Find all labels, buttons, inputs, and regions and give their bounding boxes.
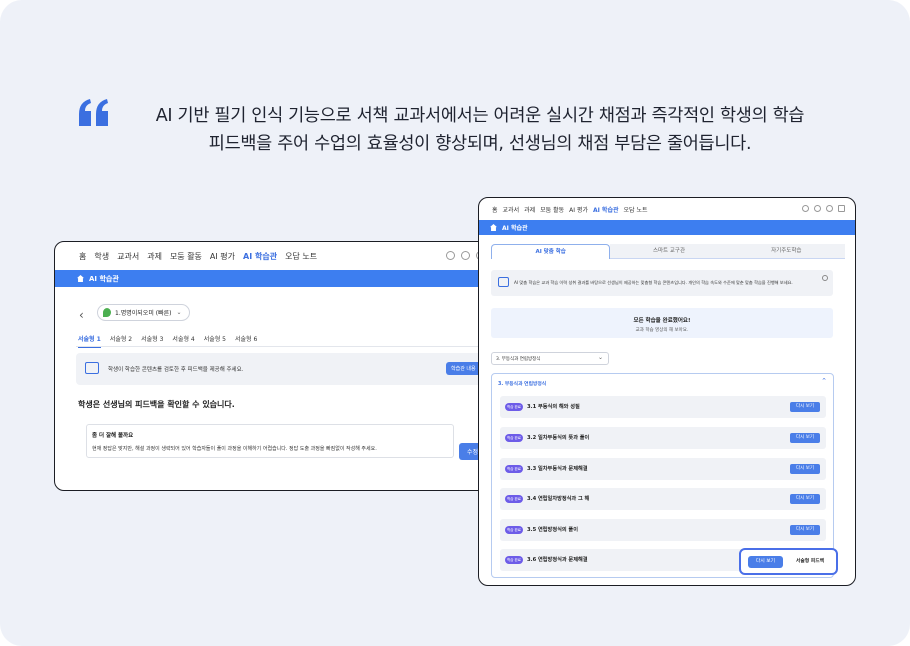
nav-assignment[interactable]: 과제 [524, 205, 535, 214]
lesson-label: 3.5 연립방정식의 풀이 [527, 527, 578, 533]
lesson-label: 3.4 연립일차방정식과 그 해 [527, 496, 590, 502]
lesson-label: 3.2 일차부등식의 뜻과 풀이 [527, 435, 590, 441]
completion-banner: 모든 학습을 완료했어요! 교과 학습 영상의 해 보아요. [491, 308, 833, 338]
status-badge: 학습 완료 [505, 403, 523, 411]
status-badge: 학습 완료 [505, 526, 523, 534]
book-selector[interactable]: 1.명명이되오미 (빠른) ⌄ [97, 304, 190, 321]
feedback-title: 좀 더 잘해 볼까요 [92, 433, 134, 439]
nav-textbook[interactable]: 교과서 [503, 205, 520, 214]
review-button[interactable]: 다시 보기 [790, 433, 820, 443]
section-bar-title: AI 학습관 [502, 225, 528, 232]
nav-wrong-notes[interactable]: 오답 노트 [624, 205, 648, 214]
info-icon[interactable] [822, 275, 828, 281]
completion-title: 모든 학습을 완료했어요! [633, 318, 691, 324]
monitor-icon [498, 277, 509, 287]
unit-select-value: 3. 부등식과 연립방정식 [496, 357, 541, 362]
essay-feedback-button[interactable]: 서술형 피드백 [788, 556, 832, 568]
help-icon[interactable] [826, 205, 833, 212]
status-badge: 학습 완료 [505, 465, 523, 473]
nav-home[interactable]: 홈 [79, 251, 86, 262]
feedback-card: 좀 더 잘해 볼까요 현재 정답은 맞지만, 해설 과정이 생략되어 있어 학습… [86, 424, 454, 458]
nav-assignment[interactable]: 과제 [147, 251, 162, 262]
nav-textbook[interactable]: 교과서 [117, 251, 139, 262]
review-button[interactable]: 다시 보기 [790, 525, 820, 535]
lesson-row: 학습 완료 3.5 연립방정식의 풀이 다시 보기 [500, 519, 826, 541]
book-selector-label: 1.명명이되오미 (빠른) [115, 310, 172, 317]
nav-group-activity[interactable]: 모둠 활동 [540, 205, 564, 214]
review-button[interactable]: 다시 보기 [790, 464, 820, 474]
learning-window: 홈 교과서 과제 모둠 활동 AI 평가 AI 학습관 오답 노트 AI 학습관… [478, 197, 856, 586]
leaf-icon [103, 308, 111, 317]
unit-select[interactable]: 3. 부등식과 연립방정식 ⌄ [491, 352, 609, 365]
status-badge: 학습 완료 [505, 556, 523, 564]
gear-icon[interactable] [461, 251, 470, 260]
nav-home[interactable]: 홈 [492, 205, 498, 214]
review-button[interactable]: 다시 보기 [790, 402, 820, 412]
info-text: AI 맞춤 학습은 교과 학습 이력 성취 결과를 바탕으로 선생님이 제공하는… [514, 280, 793, 285]
lesson-label: 3.6 연립방정식과 문제해결 [527, 557, 588, 563]
divider [76, 346, 493, 347]
monitor-icon [85, 362, 99, 374]
background-frame: AI 기반 필기 인식 기능으로 서책 교과서에서는 어려운 실시간 채점과 즉… [0, 0, 910, 646]
info-text: 학생이 학습한 콘텐츠를 검토한 후 피드백을 제공해 주세요. [108, 367, 244, 373]
lesson-row: 학습 완료 3.2 일차부등식의 뜻과 풀이 다시 보기 [500, 427, 826, 449]
bell-icon[interactable] [446, 251, 455, 260]
chevron-down-icon: ⌄ [597, 354, 603, 361]
feedback-heading: 학생은 선생님의 피드백을 확인할 수 있습니다. [78, 400, 235, 409]
nav-ai-evaluation[interactable]: AI 평가 [210, 251, 235, 262]
nav-ai-learning[interactable]: AI 학습관 [243, 251, 277, 262]
lesson-label: 3.1 부등식의 해와 성질 [527, 404, 580, 410]
chevron-down-icon: ⌄ [176, 309, 182, 316]
status-badge: 학습 완료 [505, 495, 523, 503]
lesson-row: 학습 완료 3.3 일차부등식과 문제해결 다시 보기 [500, 458, 826, 480]
quote-text: AI 기반 필기 인식 기능으로 서책 교과서에서는 어려운 실시간 채점과 즉… [120, 102, 840, 158]
bell-icon[interactable] [802, 205, 809, 212]
info-banner: 학생이 학습한 콘텐츠를 검토한 후 피드백을 제공해 주세요. 학습관 내용 [76, 353, 493, 385]
nav-wrong-notes[interactable]: 오답 노트 [285, 251, 317, 262]
unit-title: 3. 부등식과 연립방정식 [498, 382, 547, 387]
nav-ai-learning[interactable]: AI 학습관 [593, 205, 619, 214]
learning-tabs: AI 맞춤 학습 스마트 교구관 자기주도학습 [491, 244, 845, 259]
top-nav: 홈 교과서 과제 모둠 활동 AI 평가 AI 학습관 오답 노트 [479, 198, 855, 220]
back-icon[interactable]: ‹ [79, 308, 84, 322]
highlighted-actions: 다시 보기 서술형 피드백 [739, 548, 838, 575]
quote-icon [79, 99, 108, 126]
tab-smart-tools[interactable]: 스마트 교구관 [610, 244, 728, 259]
tab-ai-custom[interactable]: AI 맞춤 학습 [491, 244, 611, 259]
nav-students[interactable]: 학생 [94, 251, 109, 262]
completion-subtitle: 교과 학습 영상의 해 보아요. [635, 328, 689, 333]
expand-icon[interactable] [838, 205, 845, 212]
section-bar: AI 학습관 [55, 270, 493, 287]
chevron-up-icon[interactable]: ⌃ [821, 377, 827, 385]
lesson-label: 3.3 일차부등식과 문제해결 [527, 466, 588, 472]
top-nav: 홈 학생 교과서 과제 모둠 활동 AI 평가 AI 학습관 오답 노트 [55, 242, 493, 270]
section-bar: AI 학습관 [479, 220, 855, 235]
nav-ai-evaluation[interactable]: AI 평가 [569, 205, 588, 214]
feedback-window: 홈 학생 교과서 과제 모둠 활동 AI 평가 AI 학습관 오답 노트 AI … [54, 241, 494, 491]
quote-line-2: 피드백을 주어 수업의 효율성이 향상되며, 선생님의 채점 부담은 줄어듭니다… [208, 134, 752, 154]
feedback-body: 현재 정답은 맞지만, 해설 과정이 생략되어 있어 학습자들이 풀이 과정을 … [92, 446, 377, 452]
review-button[interactable]: 다시 보기 [790, 494, 820, 504]
section-bar-title: AI 학습관 [89, 274, 119, 283]
home-icon[interactable] [490, 224, 497, 231]
gear-icon[interactable] [814, 205, 821, 212]
toolbar-icons [802, 205, 845, 212]
nav-group-activity[interactable]: 모둠 활동 [170, 251, 202, 262]
status-badge: 학습 완료 [505, 434, 523, 442]
review-button[interactable]: 다시 보기 [748, 556, 783, 568]
quote-line-1: AI 기반 필기 인식 기능으로 서책 교과서에서는 어려운 실시간 채점과 즉… [155, 106, 805, 126]
lesson-row: 학습 완료 3.4 연립일차방정식과 그 해 다시 보기 [500, 488, 826, 510]
lesson-row: 학습 완료 3.1 부등식의 해와 성질 다시 보기 [500, 396, 826, 418]
info-banner: AI 맞춤 학습은 교과 학습 이력 성취 결과를 바탕으로 선생님이 제공하는… [491, 270, 833, 296]
home-icon[interactable] [77, 275, 84, 282]
tab-self-directed[interactable]: 자기주도학습 [727, 244, 845, 259]
